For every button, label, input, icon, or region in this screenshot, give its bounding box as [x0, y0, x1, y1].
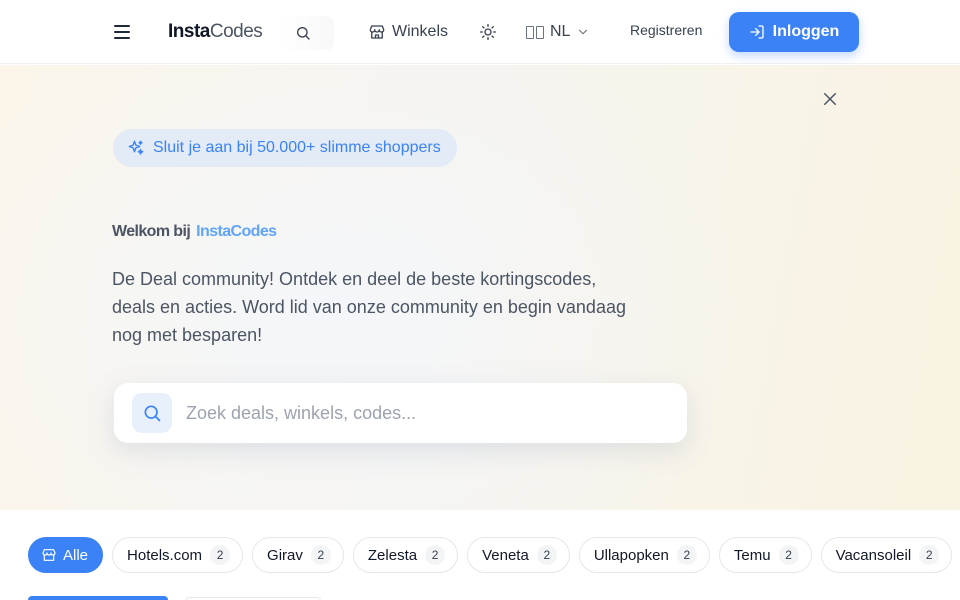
hero-search-box[interactable] [114, 383, 687, 443]
store-icon [369, 25, 385, 39]
header-search-button[interactable] [280, 16, 334, 50]
chevron-down-icon [579, 29, 588, 35]
filter-chip-label: Hotels.com [127, 546, 203, 564]
theme-toggle-sun-icon[interactable] [479, 23, 497, 41]
filter-chip-count: 2 [536, 545, 557, 565]
community-badge: Sluit je aan bij 50.000+ slimme shoppers [113, 129, 457, 167]
sparkles-icon [128, 140, 144, 155]
search-icon [297, 27, 310, 40]
filter-chip-count: 2 [310, 545, 331, 565]
filter-chip-count: 2 [919, 545, 940, 565]
filter-chip-label: Ullapopken [593, 546, 669, 564]
login-label: Inloggen [772, 23, 840, 40]
welcome-text: Welkom bij [112, 223, 191, 240]
logo-light-part: Codes [209, 21, 263, 42]
filter-chip-count: 2 [210, 545, 231, 565]
filter-chip-girav[interactable]: Girav 2 [252, 537, 344, 573]
hero-description: De Deal community! Ontdek en deel de bes… [112, 269, 626, 345]
language-selector[interactable]: NL [526, 20, 590, 44]
filter-chip-label: Veneta [482, 546, 529, 564]
filter-chip-label: Girav [267, 546, 303, 564]
filter-chip-ullapopken[interactable]: Ullapopken 2 [578, 537, 710, 573]
flag-icon [526, 25, 544, 39]
login-button[interactable]: Inloggen [729, 12, 859, 52]
filter-chip-zelesta[interactable]: Zelesta 2 [352, 537, 459, 573]
login-icon [750, 25, 764, 39]
filter-chip-count: 2 [425, 545, 446, 565]
welcome-heading: Welkom bij InstaCodes [112, 223, 277, 241]
filter-chip-count: 2 [676, 545, 697, 565]
menu-icon[interactable] [114, 20, 134, 44]
badge-text: Sluit je aan bij 50.000+ slimme shoppers [153, 139, 441, 156]
nav-winkels-link[interactable]: Winkels [368, 20, 448, 44]
hero-search-input[interactable] [186, 402, 656, 424]
filter-chip-alle[interactable]: Alle [28, 537, 104, 573]
language-label: NL [550, 23, 571, 40]
filter-chip-temu[interactable]: Temu 2 [718, 537, 812, 573]
store-filter-bar: Alle Hotels.com 2 Girav 2 Zelesta 2 Vene… [28, 537, 953, 573]
filter-chip-label: Vacansoleil [835, 546, 912, 564]
close-icon[interactable] [821, 90, 839, 108]
search-icon [144, 405, 161, 422]
store-icon [42, 549, 56, 561]
register-link[interactable]: Registreren [630, 22, 702, 38]
top-navigation-bar: InstaCodes Winkels NL Registreren Inlogg… [0, 0, 960, 64]
nav-winkels-label: Winkels [392, 23, 449, 40]
site-logo[interactable]: InstaCodes [168, 20, 263, 44]
filter-chip-label: Alle [63, 546, 89, 564]
logo-bold-part: Insta [168, 21, 210, 42]
sort-tab-active[interactable] [28, 596, 168, 600]
filter-chip-veneta[interactable]: Veneta 2 [467, 537, 570, 573]
search-icon-chip [132, 393, 172, 433]
filter-chip-label: Zelesta [367, 546, 418, 564]
filter-chip-vacansoleil[interactable]: Vacansoleil 2 [820, 537, 953, 573]
filter-chip-label: Temu [733, 546, 771, 564]
filter-chip-hotels-com[interactable]: Hotels.com 2 [112, 537, 244, 573]
welcome-brand: InstaCodes [196, 223, 277, 240]
filter-chip-count: 2 [778, 545, 799, 565]
